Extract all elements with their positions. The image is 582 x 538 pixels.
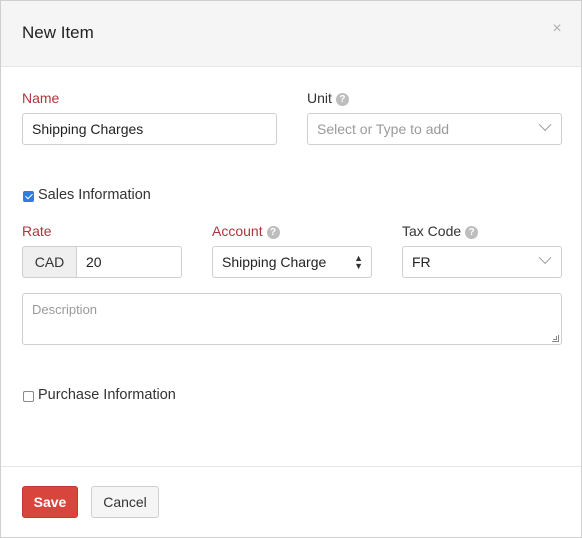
close-icon[interactable]: ×	[550, 21, 564, 37]
dialog-header: New Item ×	[1, 1, 581, 67]
sales-info-label: Sales Information	[38, 187, 151, 203]
unit-label-text: Unit	[307, 90, 332, 106]
description-placeholder: Description	[32, 302, 98, 317]
updown-arrows-icon: ▲ ▼	[354, 253, 363, 271]
name-label: Name	[22, 90, 60, 106]
unit-placeholder: Select or Type to add	[317, 121, 450, 137]
unit-help-icon[interactable]: ?	[335, 93, 349, 106]
purchase-info-label: Purchase Information	[38, 387, 176, 403]
account-value: Shipping Charge	[222, 254, 327, 270]
account-select[interactable]: Shipping Charge ▲ ▼	[212, 246, 372, 278]
sales-info-checkbox[interactable]	[23, 191, 34, 202]
cancel-button[interactable]: Cancel	[91, 486, 159, 518]
tax-code-help-icon[interactable]: ?	[465, 226, 479, 239]
rate-input[interactable]: 20	[76, 246, 182, 278]
purchase-info-checkbox[interactable]	[23, 391, 34, 402]
footer-divider	[1, 466, 581, 467]
tax-code-label-text: Tax Code	[402, 223, 462, 239]
tax-code-label: Tax Code?	[402, 223, 479, 239]
chevron-down-icon	[538, 118, 552, 132]
account-label: Account?	[212, 223, 280, 239]
tax-code-value: FR	[412, 254, 431, 270]
currency-addon: CAD	[22, 246, 76, 278]
unit-label: Unit?	[307, 90, 349, 106]
save-button[interactable]: Save	[22, 486, 78, 518]
account-label-text: Account	[212, 223, 263, 239]
tax-code-select[interactable]: FR	[402, 246, 562, 278]
new-item-dialog: New Item × Name Shipping Charges Unit? S…	[0, 0, 582, 538]
chevron-down-icon	[538, 251, 552, 265]
description-textarea[interactable]: Description	[22, 293, 562, 345]
account-help-icon[interactable]: ?	[266, 226, 280, 239]
dialog-title: New Item	[22, 23, 94, 42]
name-input[interactable]: Shipping Charges	[22, 113, 277, 145]
resize-grip-icon[interactable]	[552, 335, 559, 342]
unit-select[interactable]: Select or Type to add	[307, 113, 562, 145]
rate-label: Rate	[22, 223, 52, 239]
